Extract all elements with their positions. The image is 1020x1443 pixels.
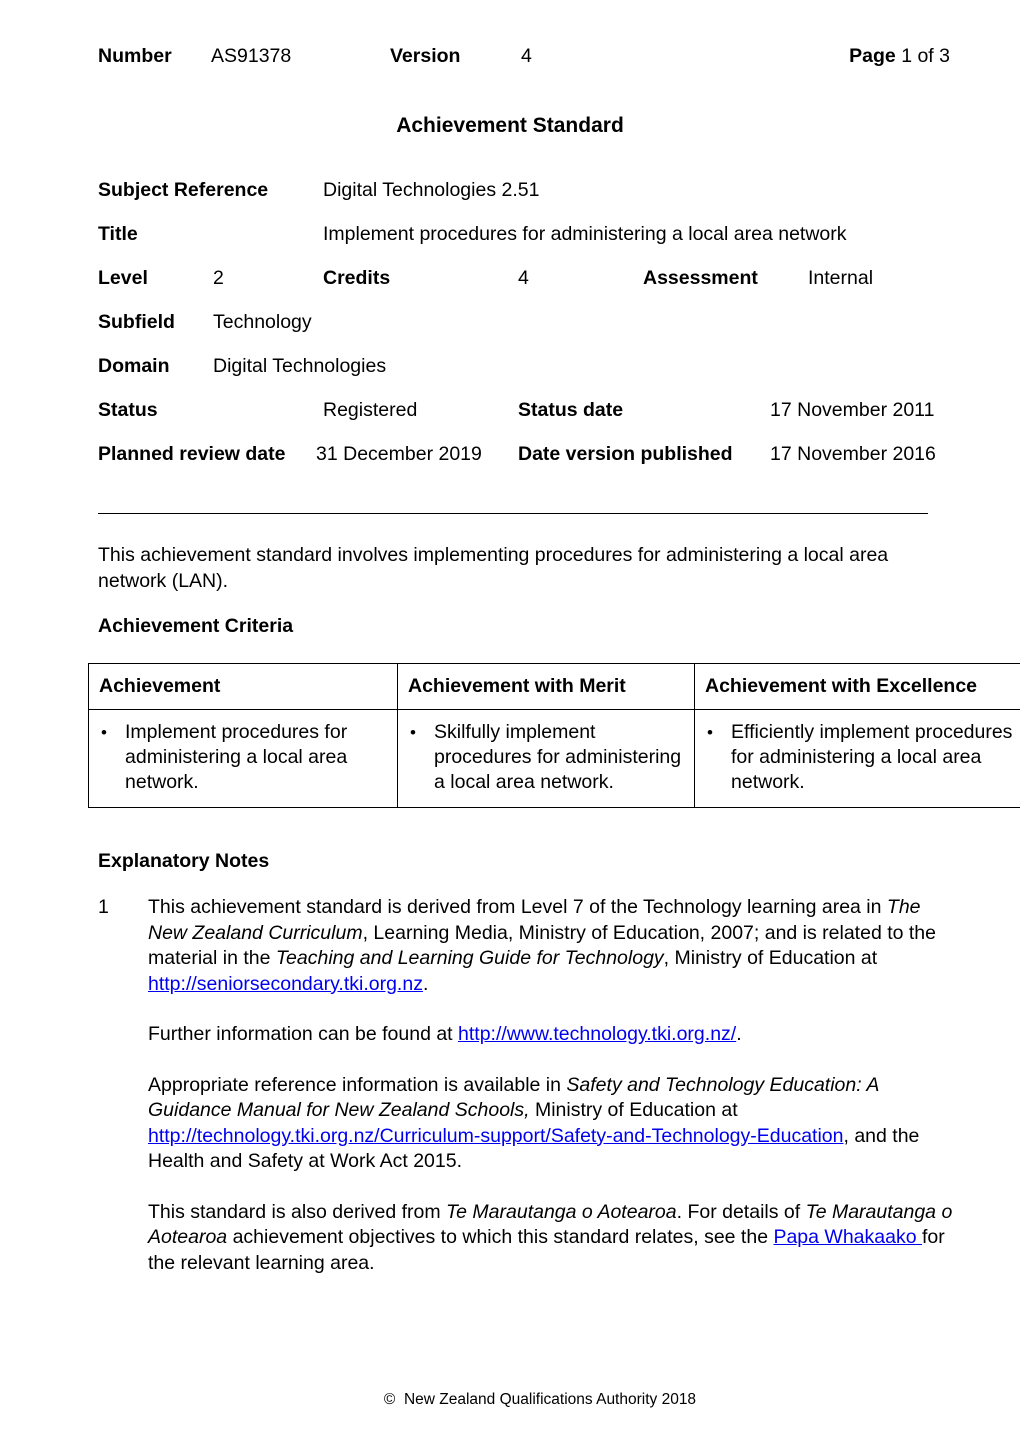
cell-achievement: Implement procedures for administering a… xyxy=(88,709,398,808)
para-3-segment-2: Ministry of Education at xyxy=(529,1099,738,1121)
page-value: 1 of 3 xyxy=(901,45,950,67)
page-indicator: Page 1 of 3 xyxy=(849,43,950,69)
planned-review-value: 31 December 2019 xyxy=(316,443,482,465)
explanatory-note-paragraph-3: Appropriate reference information is ava… xyxy=(98,1073,953,1175)
subject-reference-label: Subject Reference xyxy=(98,179,269,201)
para-2-segment-2: . xyxy=(736,1023,742,1045)
subfield-value: Technology xyxy=(213,311,312,333)
planned-review-label: Planned review date xyxy=(98,443,286,465)
technology-tki-link[interactable]: http://www.technology.tki.org.nz/ xyxy=(458,1023,736,1045)
subject-reference-value: Digital Technologies 2.51 xyxy=(323,179,540,201)
list-item: Efficiently implement procedures for adm… xyxy=(707,720,1015,795)
page-label: Page xyxy=(849,45,896,67)
metadata-block: Subject Reference Digital Technologies 2… xyxy=(98,178,958,486)
meta-row-subfield: Subfield Technology xyxy=(98,310,958,354)
assessment-value: Internal xyxy=(808,267,874,289)
explanatory-notes-heading: Explanatory Notes xyxy=(98,850,270,872)
column-header-excellence: Achievement with Excellence xyxy=(694,663,1020,710)
title-label: Title xyxy=(98,223,138,245)
meta-row-domain: Domain Digital Technologies xyxy=(98,354,958,398)
title-value: Implement procedures for administering a… xyxy=(323,223,847,245)
document-page: Number AS91378 Version 4 Page 1 of 3 Ach… xyxy=(0,0,1020,1443)
achievement-criteria-heading: Achievement Criteria xyxy=(98,615,294,637)
achievement-bullet-list: Implement procedures for administering a… xyxy=(99,720,387,795)
page-footer: © New Zealand Qualifications Authority 2… xyxy=(0,1390,1020,1410)
meta-row-subject-reference: Subject Reference Digital Technologies 2… xyxy=(98,178,958,222)
meta-row-level-credits-assessment: Level 2 Credits 4 Assessment Internal xyxy=(98,266,958,310)
explanatory-note-1: 1 This achievement standard is derived f… xyxy=(98,895,953,997)
number-value: AS91378 xyxy=(211,45,292,67)
explanatory-note-paragraph-2: Further information can be found at http… xyxy=(98,1022,953,1048)
status-label: Status xyxy=(98,399,158,421)
subfield-label: Subfield xyxy=(98,311,175,333)
credits-value: 4 xyxy=(518,267,529,289)
note-1-segment-3: , Ministry of Education at xyxy=(663,947,878,969)
list-item: Skilfully implement procedures for admin… xyxy=(410,720,684,795)
list-item: Implement procedures for administering a… xyxy=(101,720,387,795)
page-title: Achievement Standard xyxy=(396,114,624,137)
meta-row-review-published: Planned review date 31 December 2019 Dat… xyxy=(98,442,958,486)
intro-paragraph: This achievement standard involves imple… xyxy=(98,544,889,592)
level-value: 2 xyxy=(213,267,224,289)
status-date-label: Status date xyxy=(518,399,624,421)
credits-label: Credits xyxy=(323,267,391,289)
seniorsecondary-link[interactable]: http://seniorsecondary.tki.org.nz xyxy=(148,973,423,995)
para-4-segment-1: This standard is also derived from xyxy=(148,1200,447,1223)
horizontal-divider xyxy=(98,513,928,514)
excellence-bullet-list: Efficiently implement procedures for adm… xyxy=(705,720,1015,795)
para-4-segment-3: achievement objectives to which this sta… xyxy=(227,1226,774,1248)
column-header-merit: Achievement with Merit xyxy=(397,663,695,710)
papa-whakaako-link[interactable]: Papa Whakaako xyxy=(773,1226,922,1248)
note-number: 1 xyxy=(98,896,109,918)
meta-row-title: Title Implement procedures for administe… xyxy=(98,222,958,266)
cell-excellence: Efficiently implement procedures for adm… xyxy=(694,709,1020,808)
note-1-segment-1: This achievement standard is derived fro… xyxy=(148,896,887,918)
assessment-label: Assessment xyxy=(643,267,758,289)
date-published-label: Date version published xyxy=(518,443,733,465)
explanatory-note-paragraph-4: This standard is also derived from Te Ma… xyxy=(98,1200,953,1277)
version-label: Version xyxy=(390,45,461,67)
column-header-achievement: Achievement xyxy=(88,663,398,710)
table-header-row: Achievement Achievement with Merit Achie… xyxy=(88,663,1020,710)
status-value: Registered xyxy=(323,399,418,421)
para-2-segment-1: Further information can be found at xyxy=(148,1023,459,1045)
level-label: Level xyxy=(98,267,148,289)
copyright-icon: © xyxy=(383,1391,396,1408)
note-1-segment-4: . xyxy=(422,972,429,995)
para-4-italic-1: Te Marautanga o Aotearoa xyxy=(446,1200,677,1223)
cell-merit: Skilfully implement procedures for admin… xyxy=(397,709,695,808)
version-value: 4 xyxy=(521,45,532,67)
meta-row-status: Status Registered Status date 17 Novembe… xyxy=(98,398,958,442)
domain-label: Domain xyxy=(98,355,170,377)
explanatory-notes-body: 1 This achievement standard is derived f… xyxy=(98,895,953,1301)
status-date-value: 17 November 2011 xyxy=(770,399,935,421)
para-4-segment-2: . For details of xyxy=(676,1200,806,1223)
table-row: Implement procedures for administering a… xyxy=(88,709,1020,808)
date-published-value: 17 November 2016 xyxy=(770,443,936,465)
domain-value: Digital Technologies xyxy=(213,355,387,377)
number-label: Number xyxy=(98,45,172,67)
para-3-segment-1: Appropriate reference information is ava… xyxy=(148,1073,567,1096)
note-1-italic-2: Teaching and Learning Guide for Technolo… xyxy=(275,947,664,969)
achievement-criteria-table: Achievement Achievement with Merit Achie… xyxy=(88,663,1020,808)
footer-text: New Zealand Qualifications Authority 201… xyxy=(403,1391,697,1408)
merit-bullet-list: Skilfully implement procedures for admin… xyxy=(408,720,684,795)
safety-technology-education-link[interactable]: http://technology.tki.org.nz/Curriculum-… xyxy=(148,1125,844,1147)
